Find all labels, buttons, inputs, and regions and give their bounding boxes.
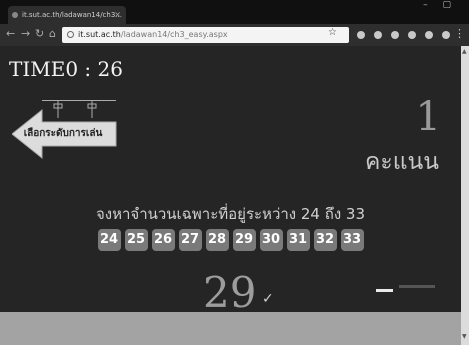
- check-icon: ✓: [262, 291, 274, 307]
- choice-button[interactable]: 30: [259, 229, 283, 251]
- forward-icon[interactable]: →: [21, 27, 30, 40]
- favicon-icon: [12, 12, 18, 18]
- url-path: /ladawan14/ch3_easy.aspx: [120, 30, 228, 39]
- tab-title: it.sut.ac.th/ladawan14/ch3...: [22, 11, 122, 19]
- tab-close-icon[interactable]: ×: [114, 6, 121, 24]
- choice-list: 24 25 26 27 28 29 30 31 32 33: [0, 229, 461, 251]
- choice-button[interactable]: 27: [178, 229, 202, 251]
- window-controls[interactable]: – ▢: [423, 0, 457, 12]
- score-label: คะแนน: [364, 149, 439, 175]
- choice-button[interactable]: 33: [340, 229, 364, 251]
- selected-answer: 29: [203, 268, 257, 312]
- info-icon[interactable]: [67, 31, 74, 38]
- extension-icon[interactable]: [408, 31, 416, 39]
- timer: TIME0 : 26: [9, 57, 123, 81]
- game-stage: TIME0 : 26 เลือกระดับการเล่น 1 คะแนน จงห…: [0, 46, 461, 312]
- choice-button[interactable]: 26: [151, 229, 175, 251]
- extension-icon[interactable]: [425, 31, 433, 39]
- choice-button[interactable]: 32: [313, 229, 337, 251]
- divider: [399, 285, 435, 288]
- extension-icon[interactable]: [391, 31, 399, 39]
- browser-tab[interactable]: it.sut.ac.th/ladawan14/ch3... ×: [8, 6, 126, 24]
- menu-icon[interactable]: ⋮: [454, 27, 465, 40]
- address-bar[interactable]: it.sut.ac.th/ladawan14/ch3_easy.aspx: [62, 27, 349, 43]
- page-footer-area: [0, 312, 461, 345]
- extension-icon[interactable]: [374, 31, 382, 39]
- scroll-up-icon[interactable]: ▲: [462, 48, 467, 55]
- scrollbar[interactable]: ▲ ▼: [461, 46, 469, 345]
- choice-button[interactable]: 25: [124, 229, 148, 251]
- tab-bar: it.sut.ac.th/ladawan14/ch3... × – ▢: [0, 0, 469, 24]
- back-icon[interactable]: ←: [6, 27, 15, 40]
- choice-button[interactable]: 29: [232, 229, 256, 251]
- choice-button[interactable]: 24: [97, 229, 121, 251]
- score-value: 1: [415, 94, 441, 140]
- divider: [376, 289, 393, 292]
- extension-icon[interactable]: [357, 31, 365, 39]
- extension-icon[interactable]: [442, 31, 450, 39]
- home-icon[interactable]: ⌂: [49, 27, 56, 40]
- browser-toolbar: ← → ↻ ⌂ it.sut.ac.th/ladawan14/ch3_easy.…: [0, 24, 469, 46]
- choice-button[interactable]: 31: [286, 229, 310, 251]
- select-level-label[interactable]: เลือกระดับการเล่น: [8, 126, 118, 141]
- question-prompt: จงหาจำนวนเฉพาะที่อยู่ระหว่าง 24 ถึง 33: [95, 205, 366, 223]
- reload-icon[interactable]: ↻: [35, 27, 44, 40]
- scroll-down-icon[interactable]: ▼: [462, 333, 467, 340]
- star-icon[interactable]: ☆: [328, 27, 337, 38]
- url-domain: it.sut.ac.th: [78, 30, 121, 39]
- choice-button[interactable]: 28: [205, 229, 229, 251]
